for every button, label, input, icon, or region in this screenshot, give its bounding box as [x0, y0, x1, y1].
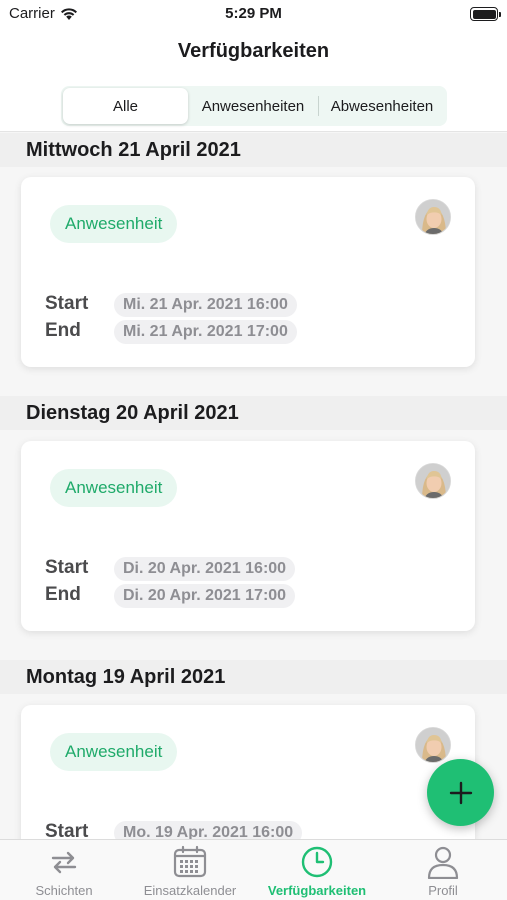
end-value: Di. 20 Apr. 2021 17:00 [114, 584, 296, 608]
swap-arrows-icon [51, 851, 77, 874]
start-label: Start [45, 557, 89, 578]
tab-verfuegbarkeiten[interactable]: Verfügbarkeiten [254, 840, 380, 900]
avatar [415, 463, 451, 499]
tab-bar: Schichten Einsatzkalender Verfügbarkeite… [0, 839, 507, 900]
type-badge: Anwesenheit [50, 733, 178, 771]
start-value: Di. 20 Apr. 2021 16:00 [114, 557, 296, 581]
end-value: Mi. 21 Apr. 2021 17:00 [114, 320, 297, 344]
add-availability-button[interactable] [427, 759, 494, 826]
start-value: Mo. 19 Apr. 2021 16:00 [114, 821, 303, 839]
tab-einsatzkalender[interactable]: Einsatzkalender [127, 840, 253, 900]
status-time: 5:29 PM [225, 5, 282, 22]
availability-card[interactable]: Anwesenheit Start Mo. 19 Apr. 2021 16:00 [21, 705, 475, 839]
filter-segmented-control: Alle Anwesenheiten Abwesenheiten [61, 86, 447, 126]
plus-icon [449, 781, 472, 804]
availability-card[interactable]: Anwesenheit Start Di. 20 Apr. 2021 16:00… [21, 441, 475, 631]
tab-label: Schichten [35, 883, 93, 898]
end-label: End [45, 584, 81, 605]
tab-schichten[interactable]: Schichten [1, 840, 127, 900]
segment-abwesenheiten[interactable]: Abwesenheiten [319, 88, 445, 124]
tab-label: Verfügbarkeiten [267, 883, 367, 898]
tab-profil[interactable]: Profil [380, 840, 506, 900]
calendar-icon [173, 845, 207, 878]
start-label: Start [45, 821, 89, 839]
tab-label: Profil [428, 883, 458, 898]
avatar [415, 199, 451, 235]
tab-label: Einsatzkalender [143, 883, 237, 898]
clock-icon [301, 846, 333, 878]
day-header: Montag 19 April 2021 [0, 660, 507, 694]
battery-icon [470, 7, 501, 21]
segment-alle[interactable]: Alle [63, 88, 188, 124]
end-label: End [45, 320, 81, 341]
status-bar: Carrier 5:29 PM [0, 0, 507, 28]
availability-list[interactable]: Mittwoch 21 April 2021 Anwesenheit Start… [0, 133, 507, 839]
type-badge: Anwesenheit [50, 469, 178, 507]
day-header: Mittwoch 21 April 2021 [0, 133, 507, 167]
person-icon [427, 846, 459, 879]
header: Verfügbarkeiten Alle Anwesenheiten Abwes… [0, 28, 507, 132]
segment-anwesenheiten[interactable]: Anwesenheiten [188, 88, 318, 124]
start-value: Mi. 21 Apr. 2021 16:00 [114, 293, 297, 317]
start-label: Start [45, 293, 89, 314]
page-title: Verfügbarkeiten [177, 40, 330, 62]
availability-card[interactable]: Anwesenheit Start Mi. 21 Apr. 2021 16:00… [21, 177, 475, 367]
avatar [415, 727, 451, 763]
type-badge: Anwesenheit [50, 205, 178, 243]
day-header: Dienstag 20 April 2021 [0, 396, 507, 430]
